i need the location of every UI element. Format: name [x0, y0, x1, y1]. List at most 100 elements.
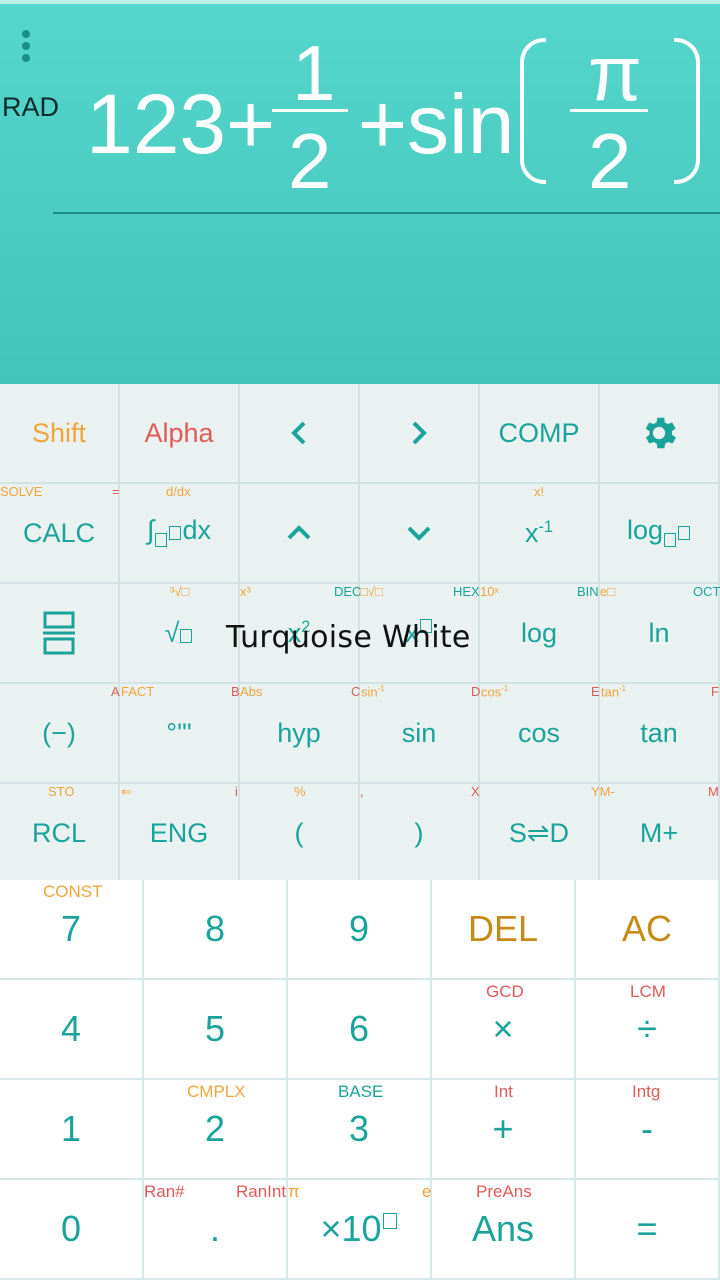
negate-button[interactable]: (−) — [0, 684, 120, 784]
digit-0-button[interactable]: 0 — [0, 1180, 144, 1280]
equals-sublabel: = — [112, 484, 120, 499]
ln-button[interactable]: ln — [600, 584, 720, 684]
var-x-sublabel: X — [471, 784, 480, 799]
cursor-up-button[interactable] — [240, 484, 360, 584]
delete-button[interactable]: DEL — [432, 880, 576, 980]
inverse-button[interactable]: x-1 — [480, 484, 600, 584]
theme-toast: Turquoise White — [226, 620, 471, 655]
preans-sublabel: PreAns — [476, 1182, 532, 1201]
cube-sublabel: x³ — [240, 584, 251, 599]
all-clear-button[interactable]: AC — [576, 880, 720, 980]
cos-button[interactable]: cos — [480, 684, 600, 784]
frac2-bar — [570, 109, 648, 112]
ddx-sublabel: d/dx — [166, 484, 191, 499]
shift-button[interactable]: Shift — [0, 384, 120, 484]
epow-sublabel: e□ — [600, 584, 616, 599]
var-a-sublabel: A — [111, 684, 120, 699]
result-divider — [53, 212, 720, 214]
percent-sublabel: % — [294, 784, 306, 799]
expr-number: 123+ — [86, 77, 276, 171]
cursor-right-button[interactable] — [360, 384, 480, 484]
sqrt-button[interactable]: √ — [120, 584, 240, 684]
times-ten-power-button[interactable]: ×10 — [288, 1180, 432, 1280]
eng-left-sublabel: ⇐ — [121, 784, 132, 799]
sin-button[interactable]: sin — [360, 684, 480, 784]
solve-sublabel: SOLVE — [0, 484, 43, 499]
cbrt-sublabel: ³√□ — [170, 584, 190, 599]
s-to-d-button[interactable]: S⇌D — [480, 784, 600, 884]
alpha-button[interactable]: Alpha — [120, 384, 240, 484]
times-ten-label: ×10 — [320, 1208, 397, 1250]
recall-button[interactable]: RCL — [0, 784, 120, 884]
integral-button[interactable]: ∫ dx — [120, 484, 240, 584]
fraction-button[interactable] — [0, 584, 120, 684]
expr-sin: +sin — [358, 77, 515, 171]
log-base-button[interactable]: log — [600, 484, 720, 584]
digit-8-button[interactable]: 8 — [144, 880, 288, 980]
chevron-down-icon — [407, 526, 431, 541]
frac2-denominator: 2 — [588, 117, 632, 205]
calc-label: CALC — [22, 517, 96, 548]
inverse-label: x-1 — [525, 517, 553, 548]
expression[interactable]: 123+ 1 2 +sin π 2 — [80, 28, 720, 205]
log-base-label: log — [627, 515, 691, 550]
int-sublabel: Int — [494, 1082, 513, 1101]
tan-button[interactable]: tan — [600, 684, 720, 784]
var-f-sublabel: F — [711, 684, 719, 699]
dec-sublabel: DEC — [334, 584, 362, 599]
comma-sublabel: , — [360, 784, 364, 799]
calc-button[interactable]: CALC — [0, 484, 120, 584]
close-paren-button[interactable]: ) — [360, 784, 480, 884]
comp-mode-button[interactable]: COMP — [480, 384, 600, 484]
tenpow-sublabel: 10ˣ — [480, 584, 499, 599]
abs-sublabel: Abs — [240, 684, 263, 699]
arcsin-sublabel: sin-1 — [361, 684, 385, 700]
log-button[interactable]: log — [480, 584, 600, 684]
chevron-up-icon — [287, 525, 311, 540]
nthroot-sublabel: □√□ — [360, 584, 383, 599]
oct-sublabel: OCT — [693, 584, 720, 599]
cursor-left-button[interactable] — [240, 384, 360, 484]
hyp-button[interactable]: hyp — [240, 684, 360, 784]
keypad: Shift Alpha COMP CALC ∫ dx x-1 log SOLVE … — [0, 384, 720, 1280]
arctan-sublabel: tan-1 — [601, 684, 627, 700]
y-mminus-sublabel: YM- — [591, 784, 615, 799]
var-b-sublabel: B — [231, 684, 240, 699]
var-d-sublabel: D — [471, 684, 481, 699]
ranint-sublabel: RanInt — [236, 1182, 287, 1201]
frac1-bar — [272, 109, 348, 112]
angle-mode-indicator: RAD — [2, 92, 60, 122]
settings-button[interactable] — [600, 384, 720, 484]
bin-sublabel: BIN — [577, 584, 599, 599]
lcm-sublabel: LCM — [630, 982, 666, 1001]
calculator-display: RAD 123+ 1 2 +sin π 2 — [0, 0, 720, 384]
intg-sublabel: Intg — [632, 1082, 661, 1101]
var-m-sublabel: M — [708, 784, 719, 799]
integral-label: ∫ dx — [147, 515, 211, 547]
var-e-sublabel: E — [591, 684, 600, 699]
gcd-sublabel: GCD — [486, 982, 524, 1001]
degree-button[interactable]: °'" — [120, 684, 240, 784]
frac2-numerator: π — [588, 29, 642, 117]
cmplx-sublabel: CMPLX — [187, 1082, 246, 1101]
frac1-denominator: 2 — [288, 117, 332, 205]
memory-plus-button[interactable]: M+ — [600, 784, 720, 884]
sto-sublabel: STO — [48, 784, 75, 799]
base-sublabel: BASE — [338, 1082, 384, 1101]
const-sublabel: CONST — [43, 882, 103, 901]
chevron-left-icon — [291, 421, 306, 445]
eng-button[interactable]: ENG — [120, 784, 240, 884]
digit-4-button[interactable]: 4 — [0, 980, 144, 1080]
digit-5-button[interactable]: 5 — [144, 980, 288, 1080]
digit-9-button[interactable]: 9 — [288, 880, 432, 980]
digit-1-button[interactable]: 1 — [0, 1080, 144, 1180]
factorial-sublabel: x! — [534, 484, 545, 499]
more-options-icon[interactable] — [18, 30, 34, 70]
gear-icon — [645, 417, 676, 449]
pi-sublabel: π — [288, 1182, 300, 1201]
cursor-down-button[interactable] — [360, 484, 480, 584]
digit-6-button[interactable]: 6 — [288, 980, 432, 1080]
hex-sublabel: HEX — [453, 584, 480, 599]
open-paren-button[interactable]: ( — [240, 784, 360, 884]
equals-button[interactable]: = — [576, 1180, 720, 1280]
